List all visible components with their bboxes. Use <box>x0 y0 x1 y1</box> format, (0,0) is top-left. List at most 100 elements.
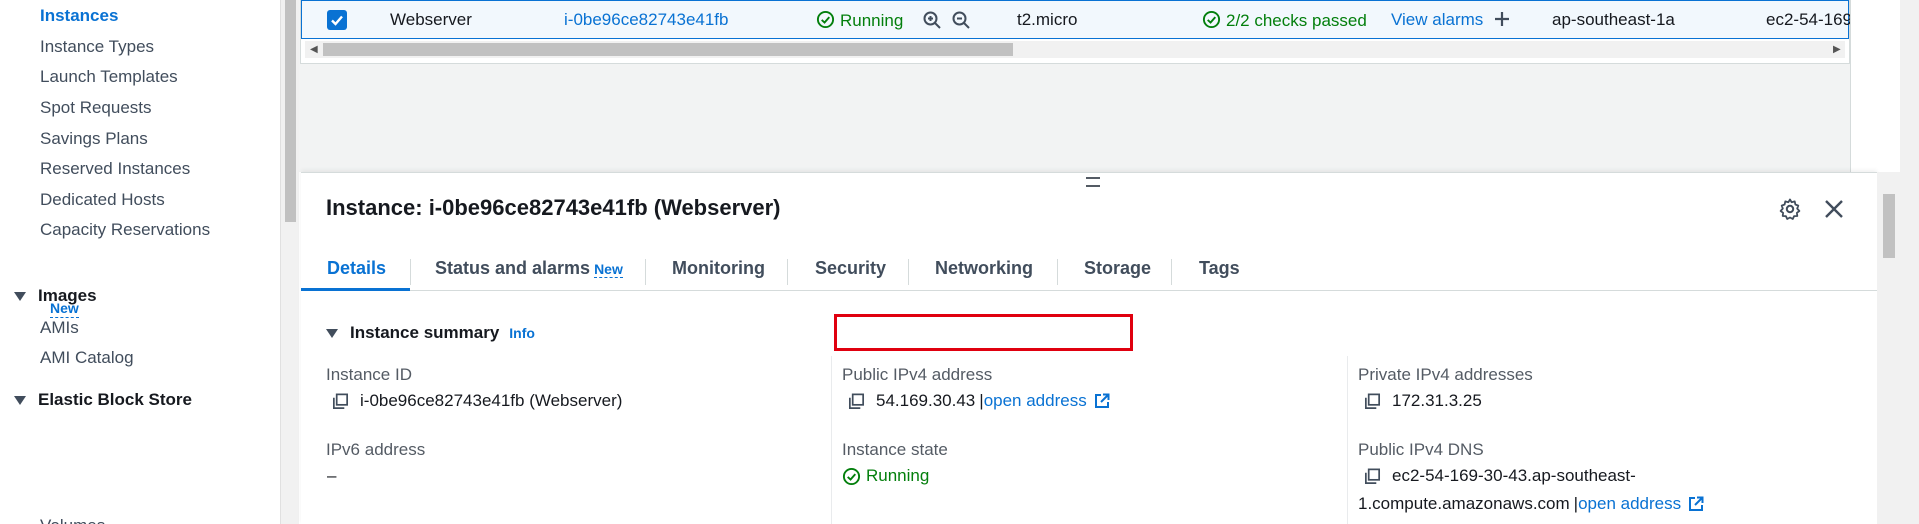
tab-status-and-alarms[interactable]: Status and alarms New <box>435 249 623 291</box>
public-dns-text-2: 1.compute.amazonaws.com <box>1358 494 1570 513</box>
external-link-icon[interactable] <box>1687 495 1705 513</box>
annotation-highlight-box <box>834 314 1133 351</box>
sidebar-scrollbar-thumb[interactable] <box>285 0 296 222</box>
status-ok-icon <box>816 10 835 29</box>
sidebar-section-elastic-block-store[interactable]: Elastic Block Store <box>14 390 192 410</box>
column-divider <box>831 356 832 524</box>
view-alarms-link[interactable]: View alarms <box>1391 10 1483 30</box>
sidebar-item-launch-templates[interactable]: Launch Templates <box>40 67 178 87</box>
tab-networking[interactable]: Networking <box>935 249 1033 291</box>
caret-down-icon <box>14 395 26 405</box>
public-ipv4-value: 54.169.30.43 | open address <box>847 391 1111 411</box>
instance-state-value: Running <box>842 466 929 486</box>
tab-storage[interactable]: Storage <box>1084 249 1151 291</box>
public-dns-line1: ec2-54-169-30-43.ap-southeast- <box>1363 466 1636 486</box>
cell-public-dns: ec2-54-169 <box>1766 10 1853 29</box>
external-link-icon[interactable] <box>1093 392 1111 410</box>
tab-divider <box>1171 259 1172 285</box>
sidebar: Instances Instance Types Launch Template… <box>0 0 280 524</box>
close-icon[interactable] <box>1822 197 1846 221</box>
instance-state-label: Instance state <box>842 440 948 459</box>
sidebar-item-instances[interactable]: Instances <box>40 6 118 26</box>
sidebar-item-spot-requests[interactable]: Spot Requests <box>40 98 152 118</box>
table-horizontal-scrollbar[interactable]: ◀ ▶ <box>305 41 1845 58</box>
tab-divider <box>908 259 909 285</box>
tab-divider <box>410 259 411 285</box>
cell-name: Webserver <box>390 10 472 29</box>
instances-table: Webserver i-0be96ce82743e41fb Running t2… <box>300 0 1853 64</box>
public-dns-line2: 1.compute.amazonaws.com | open address <box>1358 494 1705 514</box>
tab-details[interactable]: Details <box>301 249 410 291</box>
open-address-link[interactable]: open address <box>984 391 1087 411</box>
table-row[interactable]: Webserver i-0be96ce82743e41fb Running t2… <box>301 0 1853 39</box>
sidebar-section-label: Elastic Block Store <box>38 390 193 409</box>
tab-tags[interactable]: Tags <box>1199 249 1240 291</box>
panel-scrollbar[interactable] <box>1877 172 1900 524</box>
sidebar-item-dedicated-hosts[interactable]: Dedicated Hosts <box>40 190 165 210</box>
summary-title: Instance summary <box>350 323 500 342</box>
column-divider <box>1347 356 1348 524</box>
public-ipv4-text: 54.169.30.43 <box>876 391 976 410</box>
instance-details-panel: Instance: i-0be96ce82743e41fb (Webserver… <box>301 172 1877 524</box>
status-ok-icon <box>1202 10 1221 29</box>
checkbox-checked-icon[interactable] <box>327 10 347 30</box>
open-address-link[interactable]: open address <box>1578 494 1681 514</box>
tab-security[interactable]: Security <box>815 249 886 291</box>
ipv6-value: – <box>327 466 337 485</box>
cell-state-text: Running <box>840 11 904 30</box>
copy-icon[interactable] <box>1363 467 1382 486</box>
sidebar-item-savings-plans[interactable]: Savings Plans <box>40 129 148 149</box>
resize-handle-icon[interactable] <box>1086 177 1100 187</box>
status-ok-icon <box>842 467 861 485</box>
cell-availability-zone: ap-southeast-1a <box>1552 10 1675 29</box>
sidebar-section-label: Images <box>38 286 97 305</box>
instance-state-text: Running <box>866 466 930 485</box>
tab-divider <box>1057 259 1058 285</box>
instance-summary-heading[interactable]: Instance summary Info <box>326 323 535 343</box>
public-ipv4-label: Public IPv4 address <box>842 365 993 384</box>
instances-table-area: Webserver i-0be96ce82743e41fb Running t2… <box>299 0 1853 172</box>
gear-icon[interactable] <box>1778 197 1802 221</box>
info-link[interactable]: Info <box>509 325 535 341</box>
instance-id-label: Instance ID <box>326 365 412 384</box>
cell-state: Running <box>816 10 903 31</box>
sidebar-item-volumes[interactable]: Volumes <box>40 516 105 524</box>
sidebar-scrollbar[interactable] <box>280 0 299 524</box>
ipv6-label: IPv6 address <box>326 440 426 459</box>
tab-divider <box>645 259 646 285</box>
cell-instance-id-link[interactable]: i-0be96ce82743e41fb <box>564 10 728 30</box>
sidebar-item-ami-catalog[interactable]: AMI Catalog <box>40 348 134 368</box>
sidebar-section-images[interactable]: Images <box>14 286 97 306</box>
copy-icon[interactable] <box>1363 392 1382 411</box>
scroll-right-icon[interactable]: ▶ <box>1833 44 1841 55</box>
zoom-out-icon[interactable] <box>951 10 971 32</box>
sidebar-item-capacity-reservations[interactable]: Capacity Reservations <box>40 220 210 240</box>
table-scrollbar-thumb[interactable] <box>323 43 1013 56</box>
zoom-in-icon[interactable] <box>922 10 942 32</box>
copy-icon[interactable] <box>331 392 350 411</box>
private-ipv4-value: 172.31.3.25 <box>1363 391 1482 411</box>
cell-instance-type: t2.micro <box>1017 10 1078 29</box>
panel-scrollbar-thumb[interactable] <box>1883 194 1895 258</box>
instance-id-text: i-0be96ce82743e41fb (Webserver) <box>360 391 623 410</box>
new-badge: New <box>594 261 623 278</box>
caret-down-icon <box>326 328 338 338</box>
tab-label: Status and alarms <box>435 258 591 278</box>
private-ipv4-label: Private IPv4 addresses <box>1358 365 1533 384</box>
panel-title: Instance: i-0be96ce82743e41fb (Webserver… <box>326 195 781 220</box>
sidebar-item-reserved-instances[interactable]: Reserved Instances <box>40 159 190 179</box>
details-tabs: Details Status and alarms New Monitoring … <box>301 249 1877 291</box>
instance-id-value: i-0be96ce82743e41fb (Webserver) <box>331 391 622 411</box>
plus-icon[interactable] <box>1492 9 1512 34</box>
cell-status-check-text: 2/2 checks passed <box>1226 11 1367 30</box>
sidebar-item-amis[interactable]: AMIs <box>40 318 79 338</box>
tab-divider <box>787 259 788 285</box>
scroll-left-icon[interactable]: ◀ <box>310 44 318 55</box>
private-ipv4-text: 172.31.3.25 <box>1392 391 1482 410</box>
public-dns-label: Public IPv4 DNS <box>1358 440 1484 459</box>
tab-monitoring[interactable]: Monitoring <box>672 249 765 291</box>
page-scrollbar[interactable] <box>1900 0 1919 524</box>
public-dns-text-1: ec2-54-169-30-43.ap-southeast- <box>1392 466 1636 485</box>
sidebar-item-instance-types[interactable]: Instance Types <box>40 37 154 57</box>
copy-icon[interactable] <box>847 392 866 411</box>
